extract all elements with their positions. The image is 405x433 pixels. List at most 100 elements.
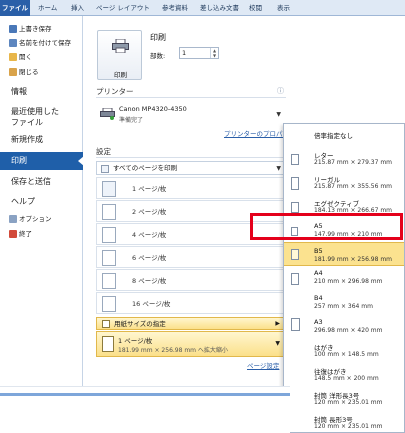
nav-close-label: 閉じる (19, 68, 39, 76)
tab-page-layout[interactable]: ページ レイアウト (96, 0, 150, 16)
paper-option[interactable]: 往復はがき 148.5 mm × 200 mm (284, 362, 404, 386)
print-range-selector[interactable]: すべてのページを印刷 ▼ (96, 161, 286, 175)
printer-divider (96, 97, 286, 98)
pages-per-sheet-8[interactable]: 8 ページ/枚 (96, 269, 286, 291)
ribbon-tab-bar: ファイル ホーム 挿入 ページ レイアウト 参考資料 差し込み文書 校閲 表示 (0, 0, 405, 16)
paper-option[interactable]: 封筒 長形3号 120 mm × 235.01 mm (284, 410, 404, 432)
pages-per-sheet-6[interactable]: 6 ページ/枚 (96, 246, 286, 268)
nav-print[interactable]: 印刷 (0, 152, 84, 170)
settings-section-title: 設定 (96, 147, 111, 156)
tab-references[interactable]: 参考資料 (162, 0, 188, 16)
page-setup-link[interactable]: ページ設定 (247, 360, 279, 370)
tab-review[interactable]: 校閲 (249, 0, 262, 16)
paper-option[interactable]: A3 296.98 mm × 420 mm (284, 314, 404, 338)
paper-option-size: 215.87 mm × 279.37 mm (314, 159, 393, 166)
paper-size-dropdown: 倍率指定なし レター 215.87 mm × 279.37 mm リーガル 21… (283, 123, 405, 433)
pages-layout-icon (102, 181, 116, 197)
print-range-value: すべてのページを印刷 (113, 164, 178, 172)
paper-option-size: 296.98 mm × 420 mm (314, 327, 383, 334)
current-scaling-selector[interactable]: 1 ページ/枚 181.99 mm × 256.98 mm へ拡大縮小 ▼ (96, 331, 286, 357)
tab-mailings[interactable]: 差し込み文書 (200, 0, 239, 16)
pages-layout-icon (102, 204, 116, 220)
copies-spinner[interactable]: ▲ ▼ (210, 48, 218, 58)
paper-option[interactable]: リーガル 215.87 mm × 355.56 mm (284, 170, 404, 194)
paper-option[interactable]: A4 210 mm × 296.98 mm (284, 266, 404, 290)
paper-page-icon (291, 249, 299, 260)
nav-save-as[interactable]: 名前を付けて保存 (0, 37, 83, 49)
annotation-highlight-box (250, 213, 403, 240)
paper-option[interactable]: 倍率指定なし (284, 126, 404, 146)
pages-per-sheet-1[interactable]: 1 ページ/枚 (96, 177, 286, 199)
chevron-down-icon: ▼ (276, 165, 281, 172)
nav-save[interactable]: 上書き保存 (0, 23, 83, 35)
tab-home[interactable]: ホーム (38, 0, 57, 16)
printer-selector[interactable]: Canon MP4320-4350 準備完了 ▼ (96, 101, 286, 127)
pages-per-sheet-6-label: 6 ページ/枚 (132, 254, 167, 262)
nav-help[interactable]: ヘルプ (0, 196, 83, 207)
printer-info-icon[interactable]: ⓘ (277, 86, 284, 96)
print-button[interactable]: 印刷 (97, 30, 142, 80)
paper-option-name: A3 (314, 318, 323, 326)
pages-layout-icon (102, 273, 116, 289)
tab-file[interactable]: ファイル (0, 0, 30, 16)
paper-option[interactable]: レター 215.87 mm × 279.37 mm (284, 146, 404, 170)
nav-open-label: 開く (19, 53, 32, 61)
pages-per-sheet-4-label: 4 ページ/枚 (132, 231, 167, 239)
pages-per-sheet-8-label: 8 ページ/枚 (132, 277, 167, 285)
nav-close[interactable]: 閉じる (0, 66, 83, 78)
current-scaling-line2: 181.99 mm × 256.98 mm へ拡大縮小 (118, 347, 228, 354)
save-as-icon (9, 39, 17, 47)
print-panel: 印刷 印刷 部数: 1 ▲ ▼ プリンター ⓘ Canon MP4320-4350… (84, 16, 295, 386)
page-thumb-icon (102, 336, 114, 352)
print-title: 印刷 (150, 33, 166, 42)
nav-new[interactable]: 新規作成 (0, 134, 83, 145)
pages-layout-icon (102, 296, 116, 312)
paper-option-name: A4 (314, 269, 323, 277)
pages-layout-icon (102, 227, 116, 243)
printer-section-title: プリンター (96, 87, 134, 96)
tab-view[interactable]: 表示 (277, 0, 290, 16)
scale-to-paper-menu[interactable]: 用紙サイズの指定 ▶ (96, 317, 286, 330)
chevron-right-icon: ▶ (275, 320, 280, 327)
paper-option-name: B5 (314, 247, 323, 255)
printer-status: 準備完了 (119, 117, 144, 124)
paper-option-name: B4 (314, 294, 323, 302)
nav-open[interactable]: 開く (0, 51, 83, 63)
printer-name: Canon MP4320-4350 (119, 105, 187, 113)
save-icon (9, 25, 17, 33)
pages-per-sheet-16[interactable]: 16 ページ/枚 (96, 292, 286, 314)
nav-print-label: 印刷 (11, 156, 27, 165)
paper-page-icon (291, 154, 299, 165)
paper-option-size: 257 mm × 364 mm (314, 303, 373, 310)
nav-save-send[interactable]: 保存と送信 (0, 176, 83, 187)
nav-exit[interactable]: 終了 (0, 228, 83, 240)
nav-save-label: 上書き保存 (19, 25, 52, 33)
pages-per-sheet-2-label: 2 ページ/枚 (132, 208, 167, 216)
copies-input[interactable]: 1 ▲ ▼ (179, 47, 219, 59)
chevron-down-icon: ▼ (276, 111, 281, 118)
paper-option-selected[interactable]: B5 181.99 mm × 256.98 mm (284, 242, 404, 266)
copies-value: 1 (182, 49, 187, 57)
paper-option-size: 148.5 mm × 200 mm (314, 375, 379, 382)
nav-options[interactable]: オプション (0, 213, 83, 225)
paper-option-size: 215.87 mm × 355.56 mm (314, 183, 393, 190)
paper-option[interactable]: はがき 100 mm × 148.5 mm (284, 338, 404, 362)
scale-to-paper-label: 用紙サイズの指定 (114, 320, 166, 328)
exit-icon (9, 230, 17, 238)
paper-page-icon (291, 177, 299, 190)
pages-layout-icon (102, 250, 116, 266)
pages-per-sheet-16-label: 16 ページ/枚 (132, 300, 171, 308)
paper-page-icon (291, 202, 299, 213)
nav-recent[interactable]: 最近使用した ファイル (0, 106, 83, 128)
paper-option[interactable]: 封筒 洋形長3号 120 mm × 235.01 mm (284, 386, 404, 410)
paper-option-size: 181.99 mm × 256.98 mm (314, 256, 393, 263)
options-icon (9, 215, 17, 223)
open-folder-icon (9, 53, 17, 61)
paper-option-size: 100 mm × 148.5 mm (314, 351, 379, 358)
paper-option-size: 120 mm × 235.01 mm (314, 399, 383, 406)
tab-insert[interactable]: 挿入 (71, 0, 84, 16)
paper-option-name: 倍率指定なし (314, 132, 353, 140)
paper-option[interactable]: B4 257 mm × 364 mm (284, 290, 404, 314)
nav-info[interactable]: 情報 (0, 86, 83, 97)
pages-per-sheet-1-label: 1 ページ/枚 (132, 185, 167, 193)
